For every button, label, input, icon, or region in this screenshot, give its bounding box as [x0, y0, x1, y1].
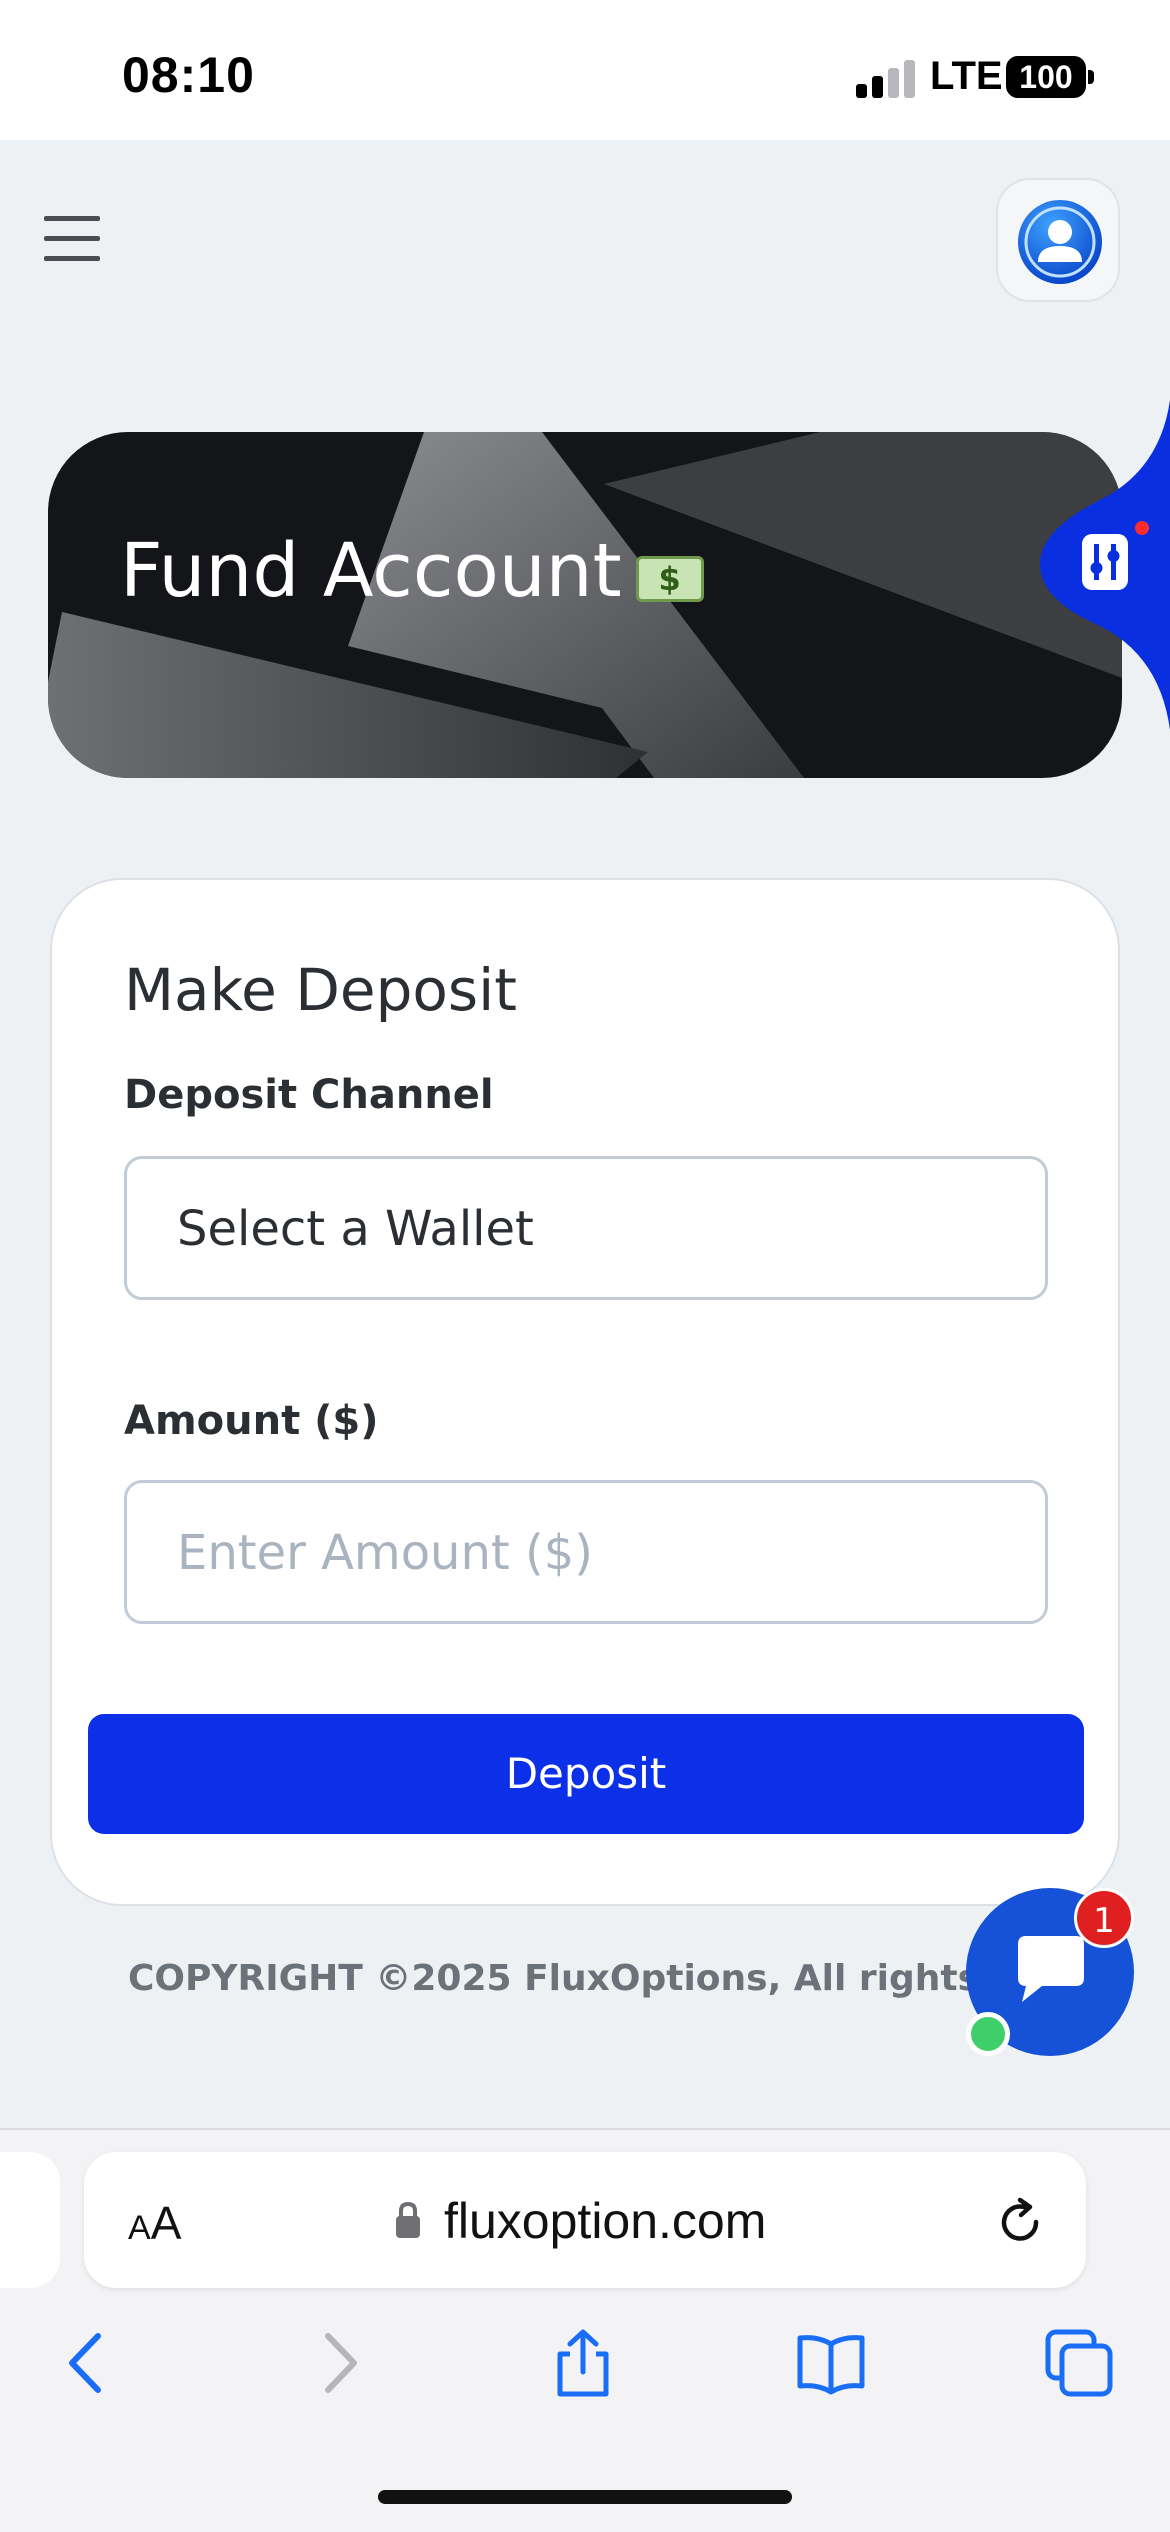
previous-tab-edge[interactable] [0, 2152, 60, 2288]
deposit-card: Make Deposit Deposit Channel Select a Wa… [50, 878, 1120, 1906]
online-status-dot [966, 2012, 1010, 2056]
text-size-big: A [150, 2197, 182, 2249]
card-title: Make Deposit [124, 956, 517, 1024]
deposit-channel-label: Deposit Channel [124, 1072, 494, 1118]
copyright-text: COPYRIGHT ©2025 FluxOptions, All rights … [128, 1958, 1108, 1999]
deposit-channel-value: Select a Wallet [177, 1201, 534, 1257]
money-emoji-icon: $ [635, 556, 704, 602]
back-icon[interactable] [52, 2328, 122, 2398]
battery-icon: 100 [1006, 56, 1086, 98]
deposit-button[interactable]: Deposit [88, 1714, 1084, 1834]
amount-placeholder: Enter Amount ($) [177, 1525, 593, 1581]
banner-title-text: Fund Account [120, 528, 622, 614]
url-text: fluxoption.com [444, 2193, 767, 2249]
share-icon[interactable] [548, 2328, 618, 2398]
battery-tip [1088, 70, 1094, 84]
text-size-small: A [128, 2209, 151, 2247]
status-time: 08:10 [122, 47, 255, 103]
deposit-channel-select[interactable]: Select a Wallet [124, 1156, 1048, 1300]
status-bar: 08:10 LTE 100 [0, 0, 1170, 140]
fund-account-banner: Fund Account $ [48, 432, 1122, 778]
forward-icon[interactable] [304, 2328, 374, 2398]
user-avatar-icon [1018, 200, 1102, 284]
profile-button[interactable] [996, 178, 1120, 302]
signal-icon [856, 58, 916, 98]
chat-notification-badge: 1 [1074, 1888, 1134, 1948]
menu-icon[interactable] [44, 212, 100, 264]
text-size-button[interactable]: AA [128, 2196, 181, 2250]
amount-label: Amount ($) [124, 1398, 379, 1444]
tabs-icon[interactable] [1044, 2328, 1114, 2398]
home-indicator[interactable] [378, 2490, 792, 2504]
network-type: LTE [930, 54, 1003, 98]
banner-title: Fund Account $ [120, 528, 704, 614]
address-bar[interactable]: AA fluxoption.com [84, 2152, 1086, 2288]
amount-input[interactable]: Enter Amount ($) [124, 1480, 1048, 1624]
settings-widget[interactable] [1040, 400, 1170, 730]
bookmarks-icon[interactable] [796, 2328, 866, 2398]
settings-sliders-icon [1082, 534, 1128, 590]
lock-icon [396, 2201, 420, 2238]
reload-icon[interactable] [994, 2196, 1046, 2248]
